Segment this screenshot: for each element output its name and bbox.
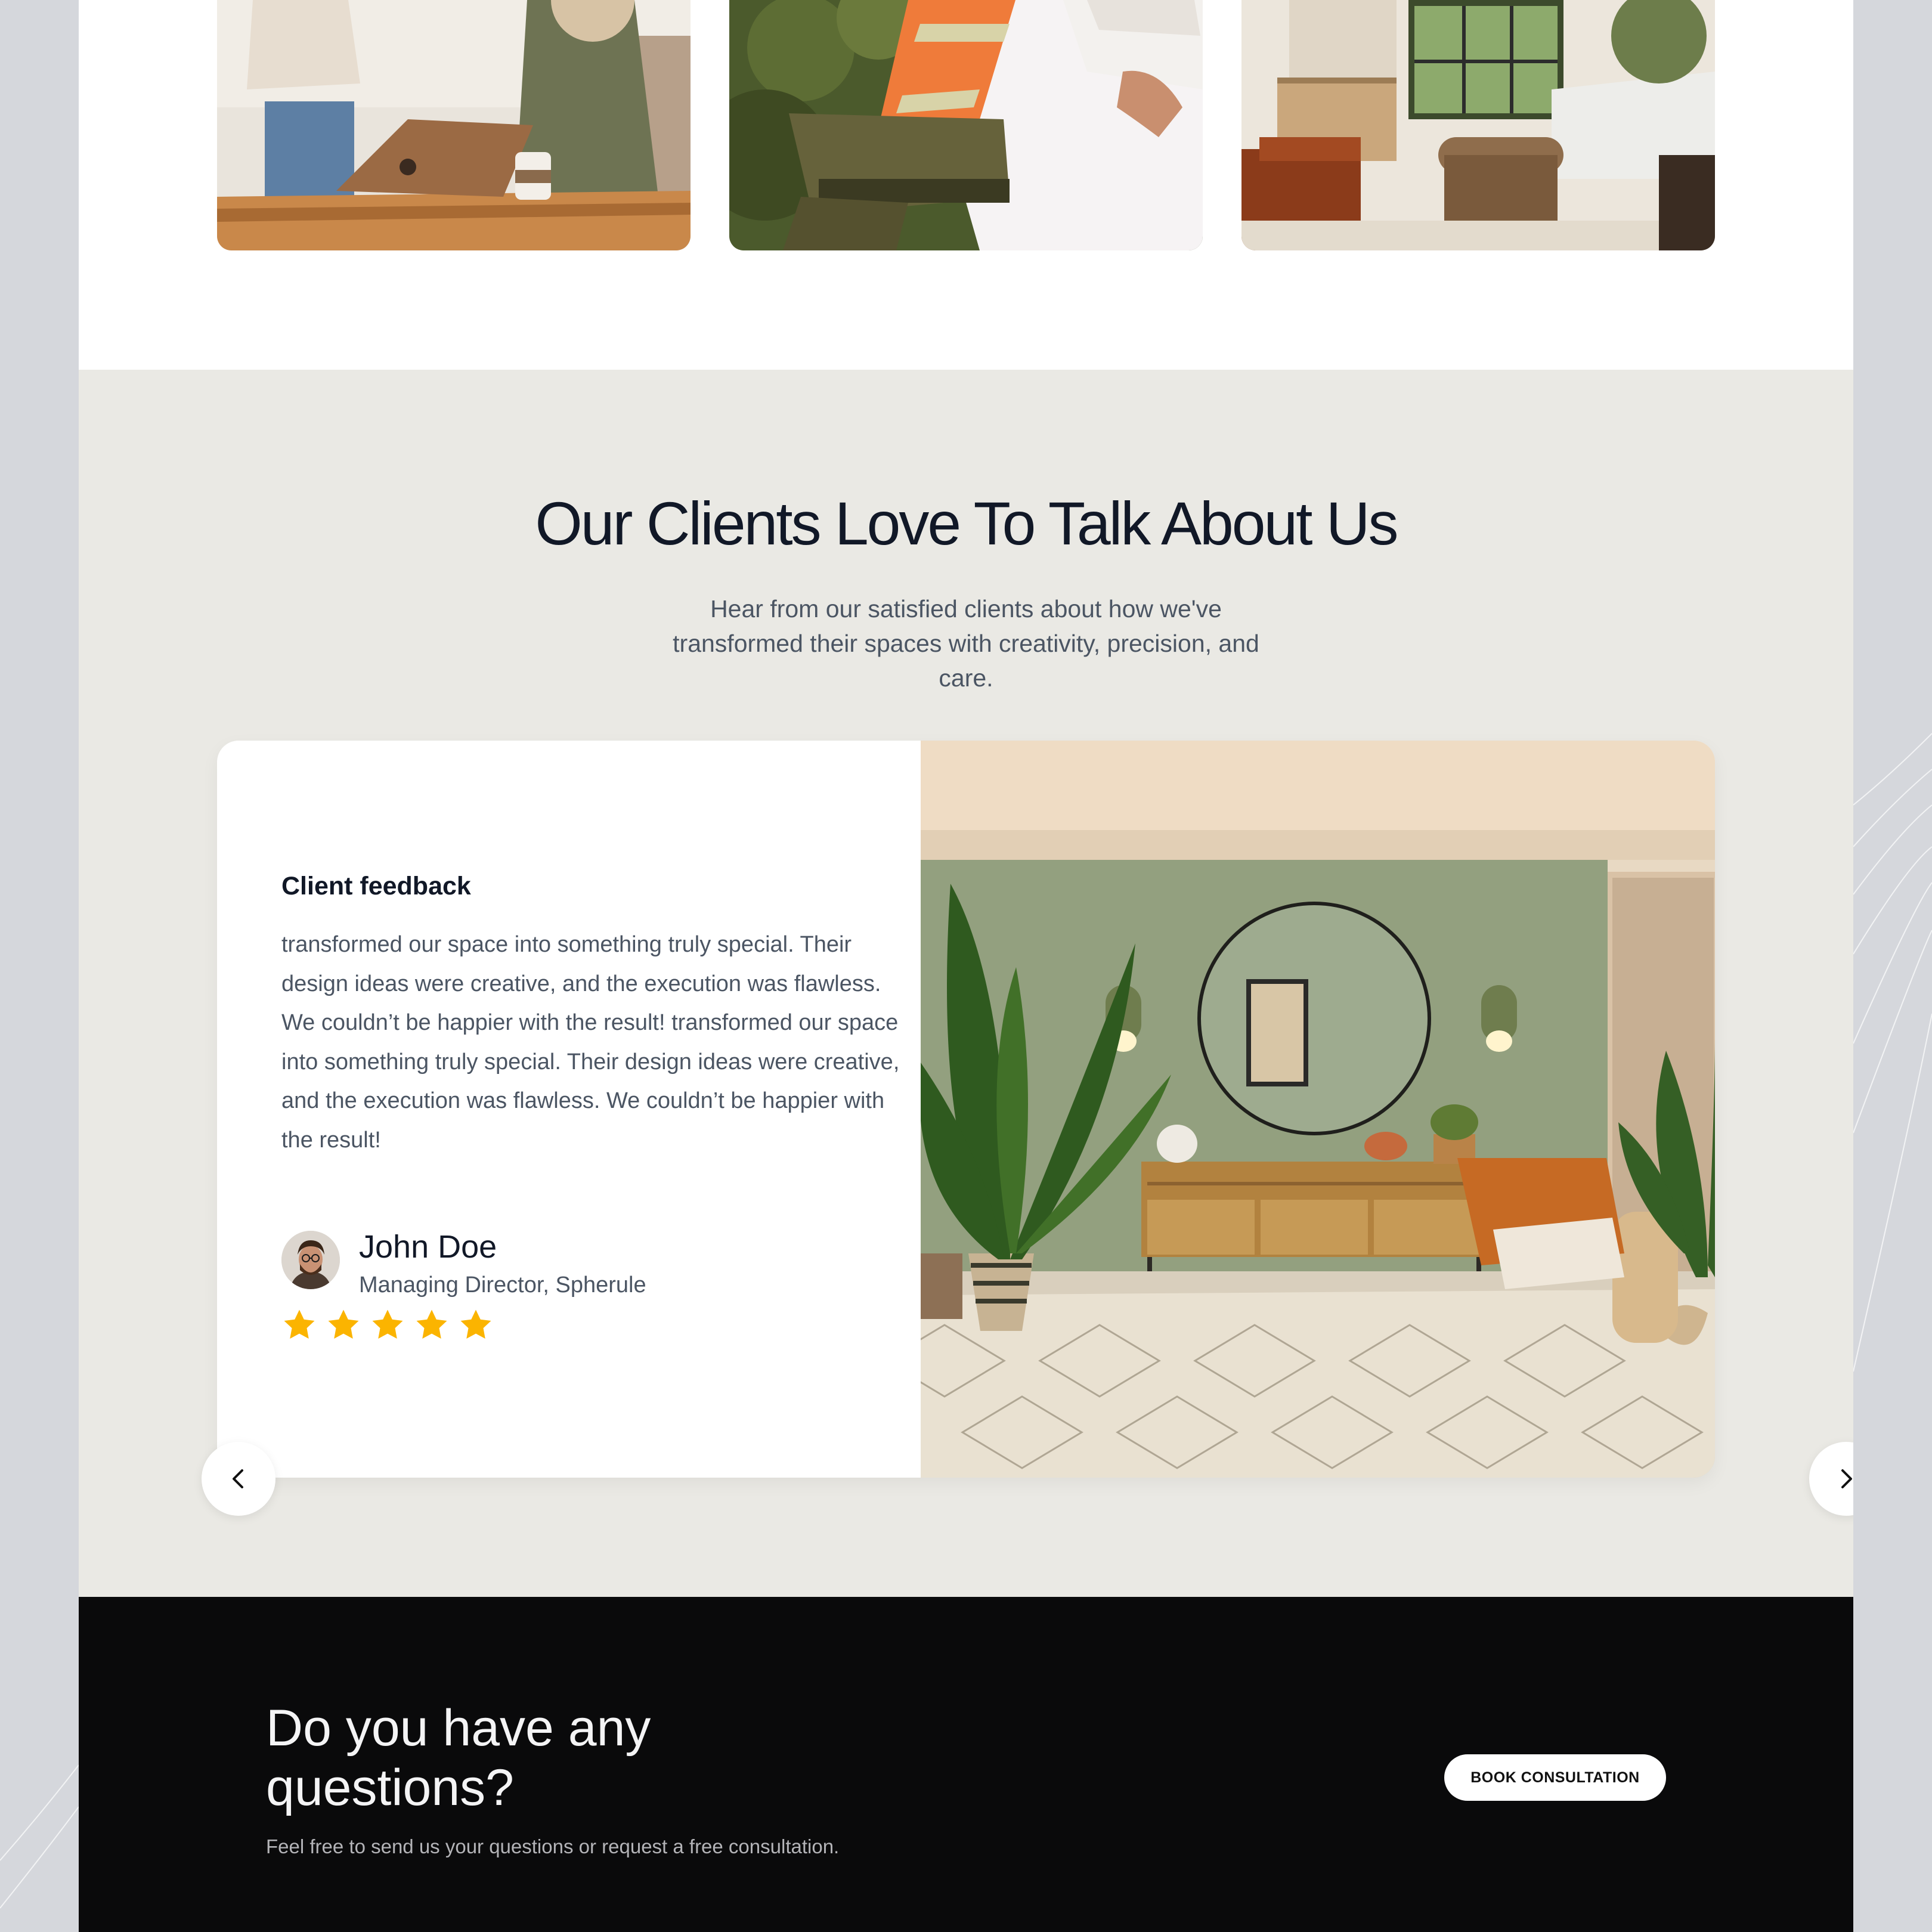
- section-subtitle: Hear from our satisfied clients about ho…: [673, 595, 1259, 692]
- project-image-row: [217, 0, 1715, 250]
- testimonial-quote: transformed our space into something tru…: [281, 932, 900, 1153]
- star-rating: [281, 1307, 494, 1349]
- chevron-right-icon: [1841, 1469, 1852, 1488]
- carousel-prev-button[interactable]: [202, 1442, 275, 1516]
- cta-section: Do you have any questions? Feel free to …: [79, 1597, 1853, 1932]
- interior-room-photo: [921, 741, 1715, 1478]
- author-block: John Doe Managing Director, Spherule: [281, 1229, 878, 1302]
- star-icon: [414, 1307, 450, 1343]
- star-icon: [281, 1307, 317, 1343]
- carousel-next-button[interactable]: [1809, 1442, 1853, 1516]
- testimonial-text-panel: Client feedback transformed our space in…: [281, 741, 908, 1478]
- author-name: John Doe: [359, 1229, 497, 1265]
- section-title: Our Clients Love To Talk About Us: [535, 490, 1398, 558]
- page-canvas: Our Clients Love To Talk About Us Hear f…: [79, 0, 1853, 1932]
- chevron-left-icon: [233, 1469, 243, 1488]
- star-icon: [326, 1307, 361, 1343]
- cta-title: Do you have any questions?: [266, 1699, 651, 1816]
- book-consultation-button[interactable]: BOOK CONSULTATION: [1444, 1754, 1666, 1801]
- team-meeting-photo[interactable]: [217, 0, 691, 250]
- testimonials-section: Our Clients Love To Talk About Us Hear f…: [79, 370, 1853, 1597]
- testimonial-card: Client feedback transformed our space in…: [217, 741, 1715, 1478]
- cta-subtitle: Feel free to send us your questions or r…: [266, 1835, 840, 1857]
- construction-worker-photo[interactable]: [729, 0, 1203, 250]
- star-icon: [458, 1307, 494, 1343]
- feedback-label: Client feedback: [281, 872, 471, 900]
- star-icon: [370, 1307, 405, 1343]
- author-role: Managing Director, Spherule: [359, 1272, 646, 1298]
- living-room-photo[interactable]: [1241, 0, 1715, 250]
- avatar: [281, 1231, 340, 1289]
